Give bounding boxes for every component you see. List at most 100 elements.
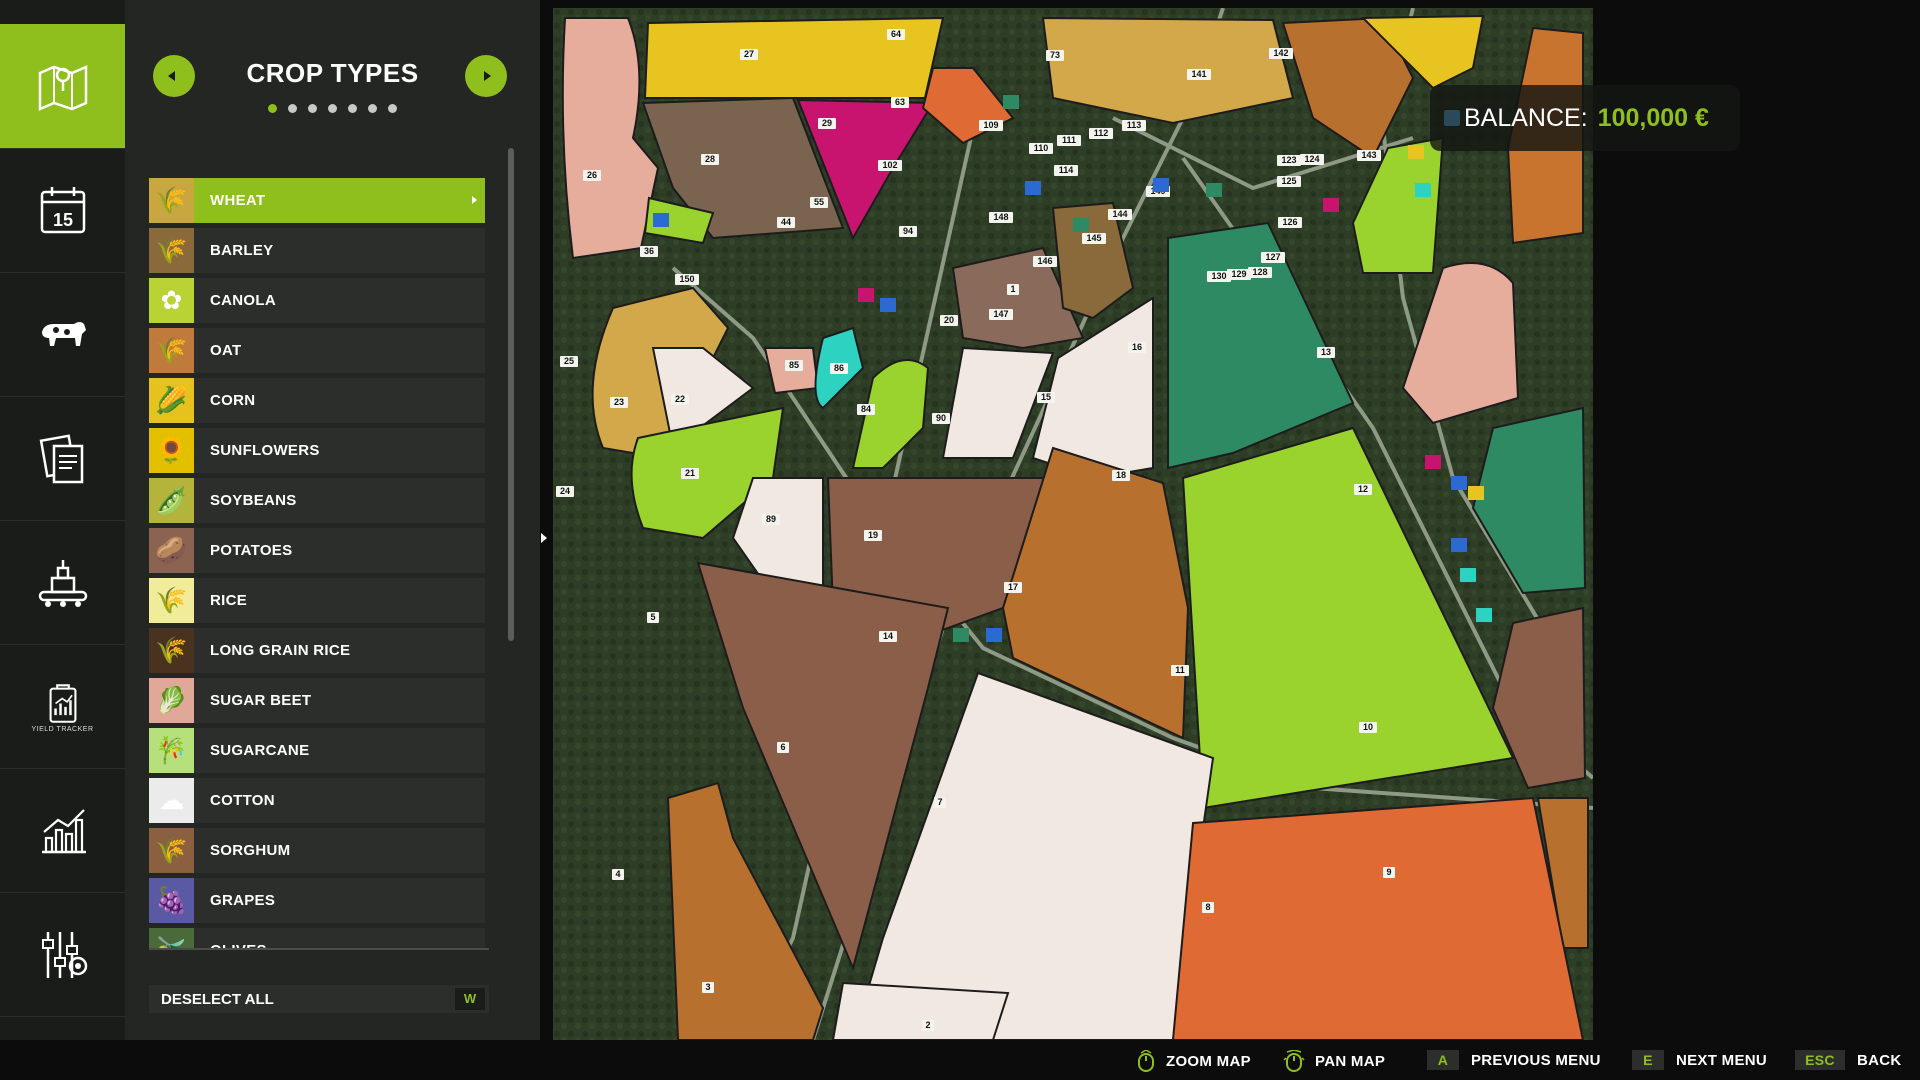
field-label-110: 110 [1029, 143, 1053, 154]
crop-list: 🌾 WHEAT 🌾 BARLEY ✿ CANOLA 🌾 OAT 🌽 CORN 🌻 SUNFLOWERS… [149, 178, 485, 950]
field-label-15: 15 [1037, 392, 1055, 403]
field-label-2: 2 [922, 1020, 934, 1031]
field-label-29: 29 [818, 118, 836, 129]
crop-label: GRAPES [210, 892, 276, 909]
svg-text:85: 85 [789, 360, 799, 370]
page-dot[interactable] [368, 104, 377, 113]
crop-item-grapes[interactable]: 🍇 GRAPES [149, 878, 485, 923]
svg-text:18: 18 [1116, 470, 1126, 480]
calendar-day: 15 [52, 210, 72, 230]
field-label-36: 36 [640, 246, 658, 257]
hint-pan-map[interactable]: PAN MAP [1283, 1050, 1385, 1072]
crop-item-olives[interactable]: 🫒OLIVES [149, 928, 485, 950]
svg-text:36: 36 [644, 246, 654, 256]
crop-item-sugar-beet[interactable]: 🥬 SUGAR BEET [149, 678, 485, 723]
field-label-124: 124 [1300, 154, 1324, 165]
crop-item-corn[interactable]: 🌽 CORN [149, 378, 485, 423]
svg-text:12: 12 [1358, 484, 1368, 494]
svg-text:29: 29 [822, 118, 832, 128]
field-label-13: 13 [1317, 347, 1335, 358]
field-label-1: 1 [1007, 284, 1019, 295]
field-label-28: 28 [701, 154, 719, 165]
svg-text:20: 20 [944, 315, 954, 325]
hint-previous-label: PREVIOUS MENU [1471, 1051, 1601, 1069]
svg-text:130: 130 [1211, 271, 1226, 281]
page-dot[interactable] [288, 104, 297, 113]
farm-map[interactable]: 1 2 3 4 5 6 7 8 9 10 11 12 13 14 15 16 17 18 19 20 21 22 23 24 2… [553, 8, 1593, 1040]
crop-item-rice[interactable]: 🌾 RICE [149, 578, 485, 623]
crop-rice-icon: 🌾 [149, 578, 194, 623]
svg-text:89: 89 [766, 514, 776, 524]
rail-animals-button[interactable] [0, 274, 125, 397]
rail-statistics-button[interactable] [0, 770, 125, 893]
field-label-9: 9 [1383, 867, 1395, 878]
field-label-85: 85 [785, 360, 803, 371]
field-label-125: 125 [1277, 176, 1301, 187]
svg-text:16: 16 [1132, 342, 1142, 352]
field-label-24: 24 [556, 486, 574, 497]
crop-label: SOYBEANS [210, 492, 297, 509]
svg-text:8: 8 [1205, 902, 1210, 912]
crop-item-sugarcane[interactable]: 🎋 SUGARCANE [149, 728, 485, 773]
svg-text:44: 44 [781, 217, 791, 227]
svg-text:129: 129 [1231, 269, 1246, 279]
field-8[interactable] [1171, 796, 1585, 1040]
collapse-panel-icon[interactable] [540, 530, 548, 546]
contracts-icon [39, 434, 83, 484]
svg-text:125: 125 [1281, 176, 1296, 186]
crop-item-soybeans[interactable]: 🫛 SOYBEANS [149, 478, 485, 523]
balance-value: 100,000 € [1597, 103, 1709, 132]
crop-item-barley[interactable]: 🌾 BARLEY [149, 228, 485, 273]
map-canvas[interactable]: 1234567891011121314151617181920212223242… [553, 8, 1593, 1040]
yield-tracker-icon [49, 683, 76, 723]
svg-text:13: 13 [1321, 347, 1331, 357]
rail-calendar-button[interactable]: 15 [0, 150, 125, 273]
crop-wheat-icon: 🌾 [149, 178, 194, 223]
rail-map-button[interactable] [0, 24, 132, 149]
rail-settings-button[interactable] [0, 894, 125, 1017]
page-dot[interactable] [328, 104, 337, 113]
crop-long-grain-rice-icon: 🌾 [149, 628, 194, 673]
field-label-112: 112 [1089, 128, 1113, 139]
svg-text:64: 64 [891, 29, 901, 39]
rail-production-button[interactable] [0, 522, 125, 645]
field-label-18: 18 [1112, 470, 1130, 481]
svg-text:127: 127 [1265, 252, 1280, 262]
field-2[interactable] [831, 981, 1010, 1040]
page-dot[interactable] [388, 104, 397, 113]
hint-back[interactable]: ESC BACK [1795, 1050, 1902, 1070]
svg-text:147: 147 [993, 309, 1008, 319]
crop-item-cotton[interactable]: ☁ COTTON [149, 778, 485, 823]
crop-item-long-grain-rice[interactable]: 🌾 LONG GRAIN RICE [149, 628, 485, 673]
svg-text:142: 142 [1273, 48, 1288, 58]
rail-yield-tracker-button[interactable]: YIELD TRACKER [0, 646, 125, 769]
crop-item-sunflowers[interactable]: 🌻 SUNFLOWERS [149, 428, 485, 473]
field-label-147: 147 [989, 309, 1013, 320]
rail-contracts-button[interactable] [0, 398, 125, 521]
page-dot[interactable] [268, 104, 277, 113]
list-scrollbar[interactable] [508, 148, 514, 641]
crop-label: CANOLA [210, 292, 276, 309]
crop-item-sorghum[interactable]: 🌾 SORGHUM [149, 828, 485, 873]
key-a: A [1427, 1050, 1459, 1070]
hint-previous-menu[interactable]: A PREVIOUS MENU [1427, 1050, 1601, 1070]
page-dot[interactable] [308, 104, 317, 113]
crop-item-oat[interactable]: 🌾 OAT [149, 328, 485, 373]
svg-text:143: 143 [1361, 150, 1376, 160]
hint-next-menu[interactable]: E NEXT MENU [1632, 1050, 1767, 1070]
svg-text:111: 111 [1062, 135, 1076, 145]
svg-text:25: 25 [564, 356, 574, 366]
page-indicator [125, 104, 540, 113]
crop-item-wheat[interactable]: 🌾 WHEAT [149, 178, 485, 223]
page-dot[interactable] [348, 104, 357, 113]
deselect-all-button[interactable]: DESELECT ALL W [149, 985, 489, 1013]
next-page-button[interactable] [465, 55, 507, 97]
hint-zoom-map[interactable]: ZOOM MAP [1136, 1050, 1251, 1072]
svg-text:1: 1 [1010, 284, 1015, 294]
svg-text:21: 21 [685, 468, 695, 478]
balance-display: BALANCE: 100,000 € [1430, 85, 1740, 151]
crop-item-potatoes[interactable]: 🥔 POTATOES [149, 528, 485, 573]
crop-item-canola[interactable]: ✿ CANOLA [149, 278, 485, 323]
field-label-142: 142 [1269, 48, 1293, 59]
crop-label: LONG GRAIN RICE [210, 642, 351, 659]
